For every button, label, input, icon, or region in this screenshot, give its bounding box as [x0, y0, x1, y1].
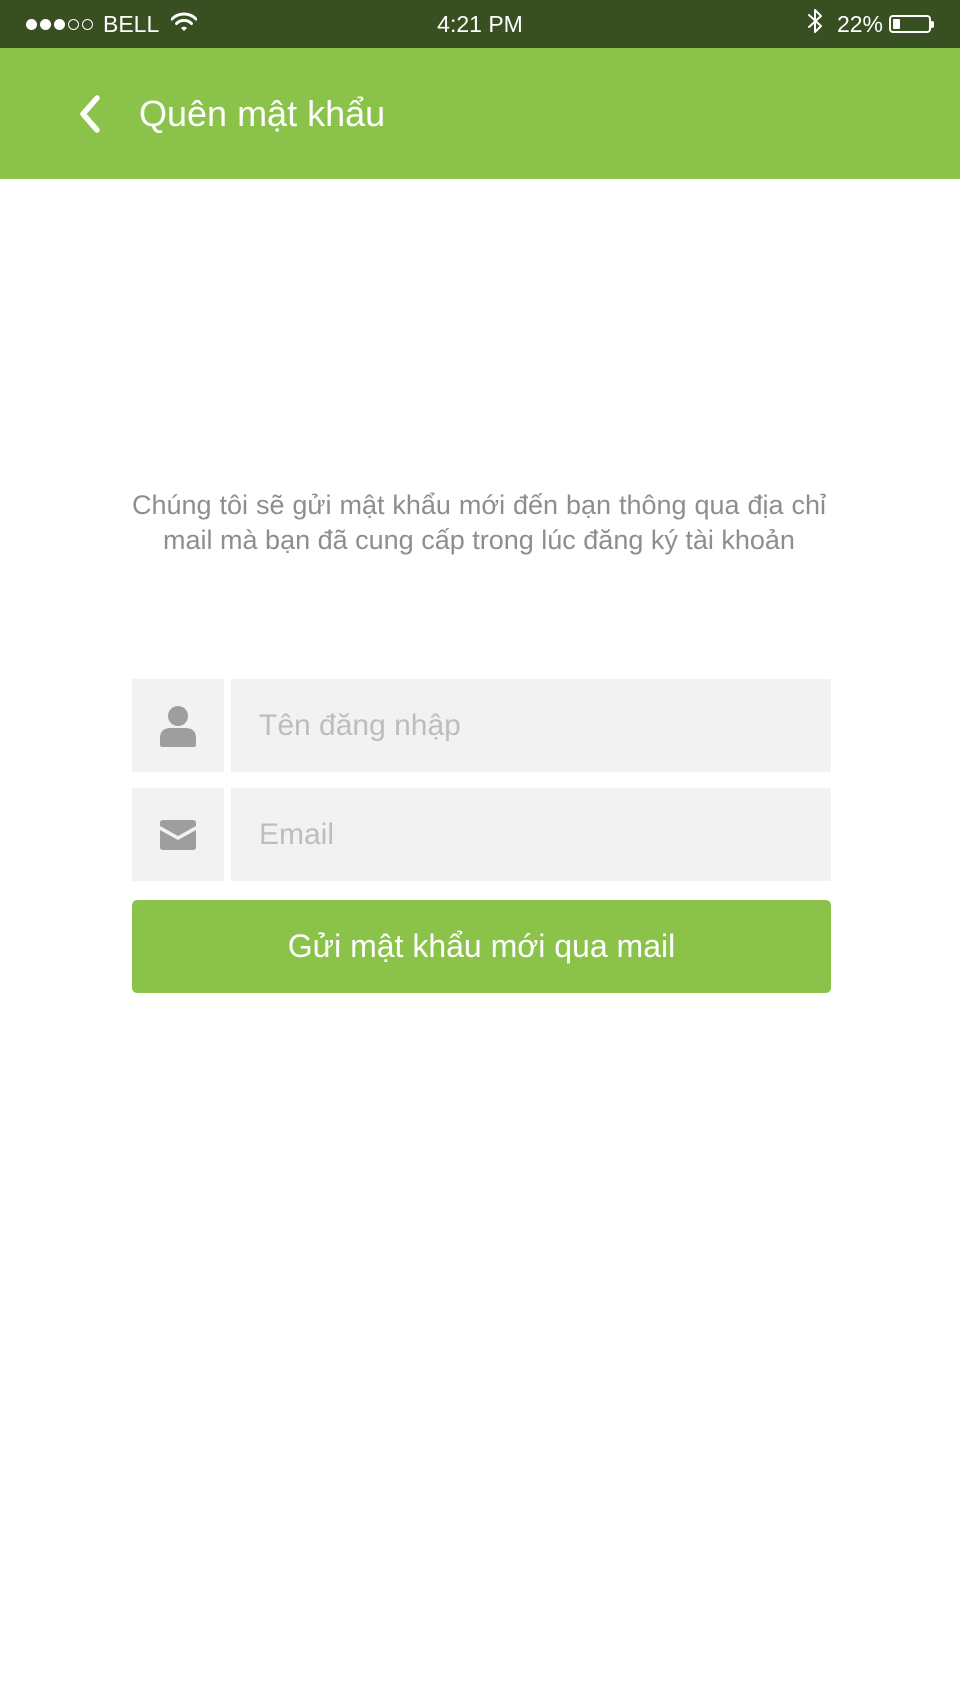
chevron-left-icon	[80, 95, 100, 133]
email-row	[132, 788, 831, 881]
battery-body	[889, 15, 931, 33]
battery-icon	[889, 15, 934, 33]
username-row	[132, 679, 831, 772]
instruction-text: Chúng tôi sẽ gửi mật khẩu mới đến bạn th…	[132, 490, 826, 555]
status-bar: BELL 4:21 PM 22%	[0, 0, 960, 48]
battery-tip	[931, 20, 934, 28]
email-icon-box	[132, 788, 224, 881]
back-button[interactable]	[60, 84, 120, 144]
app-bar: Quên mật khẩu	[0, 48, 960, 179]
page-title: Quên mật khẩu	[139, 93, 386, 134]
battery-percent: 22%	[836, 10, 883, 37]
user-icon	[160, 705, 196, 747]
envelope-icon	[160, 819, 196, 850]
status-right: 22%	[807, 0, 934, 48]
username-input[interactable]	[231, 679, 831, 772]
username-icon-box	[132, 679, 224, 772]
send-new-password-button[interactable]: Gửi mật khẩu mới qua mail	[132, 900, 831, 993]
email-input[interactable]	[231, 788, 831, 881]
battery-fill	[893, 19, 901, 29]
bluetooth-icon	[807, 8, 823, 40]
